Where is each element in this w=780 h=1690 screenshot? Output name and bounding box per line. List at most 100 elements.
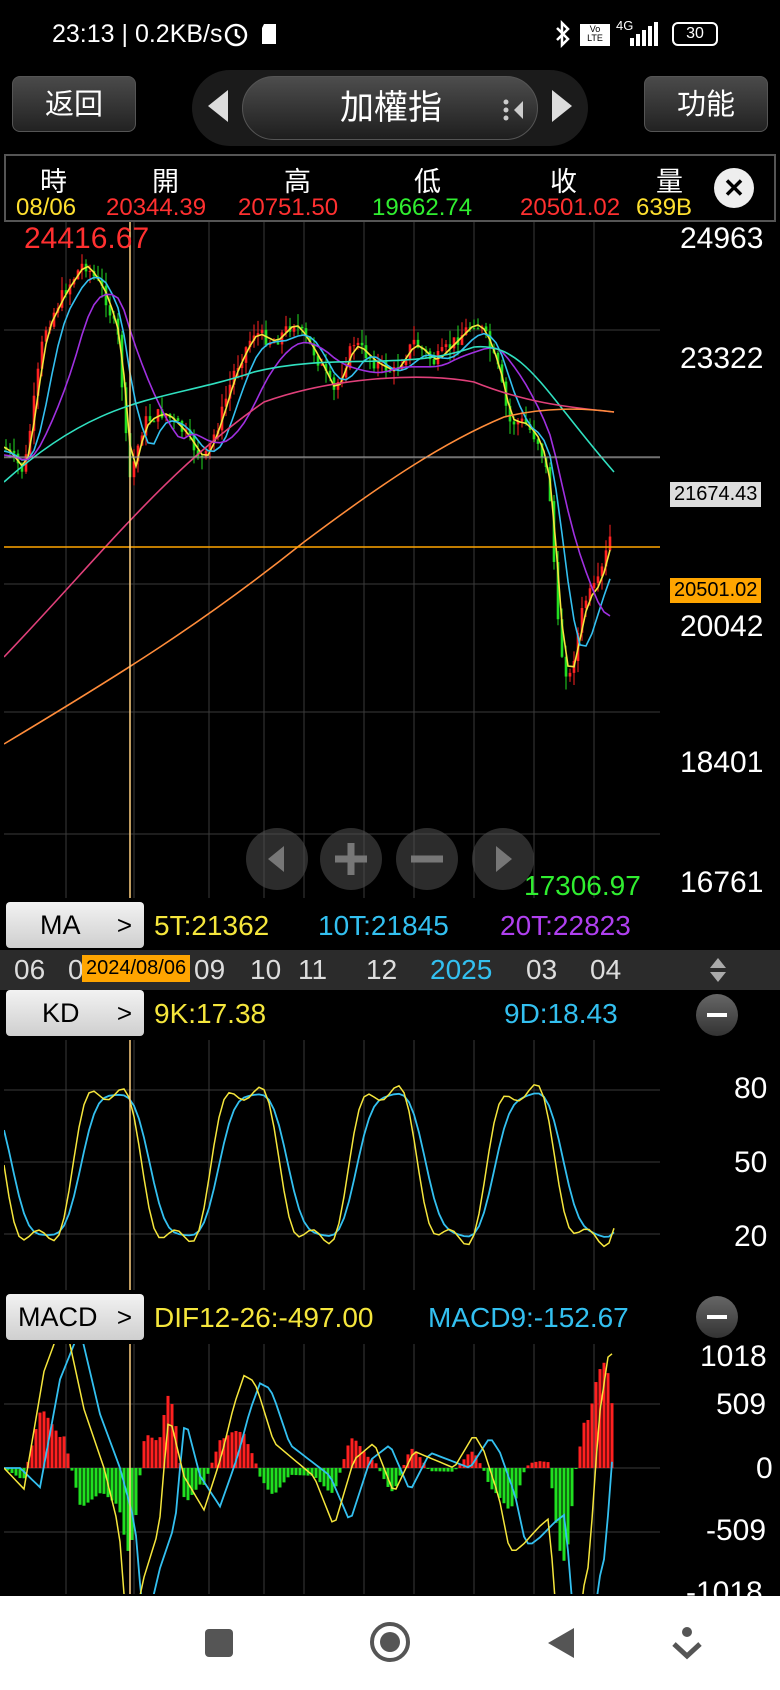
back-nav-icon[interactable] — [544, 1624, 578, 1662]
macd-histogram-bar — [34, 1429, 38, 1468]
kd-axis-label: 50 — [734, 1146, 768, 1179]
macd-histogram-bar — [130, 1468, 134, 1540]
page-title: 加權指 — [340, 89, 442, 127]
prev-arrow-icon[interactable] — [208, 90, 228, 122]
macd-histogram-bar — [334, 1468, 338, 1487]
macd-histogram-bar — [170, 1403, 174, 1468]
y-axis-label: 24963 — [680, 222, 764, 255]
kd-axis-label: 20 — [734, 1220, 768, 1253]
y-axis-label: 23322 — [680, 342, 764, 375]
candle-body — [88, 270, 92, 272]
minus-icon — [411, 855, 443, 863]
ma5-line — [4, 265, 611, 668]
close-icon[interactable]: ✕ — [714, 168, 754, 208]
home-icon[interactable] — [368, 1620, 412, 1664]
ma-tab-label: MA — [40, 910, 81, 940]
candle-body — [512, 421, 516, 425]
chevron-right-icon: > — [116, 910, 132, 940]
macd-histogram-bar — [606, 1373, 610, 1468]
remove-macd-button[interactable] — [696, 1296, 738, 1338]
candle-body — [300, 326, 304, 329]
macd-histogram-bar — [278, 1468, 282, 1488]
max-price-label: 24416.67 — [24, 222, 150, 255]
kd-chart[interactable] — [4, 1040, 660, 1290]
kd-tab[interactable]: KD > — [6, 990, 144, 1036]
bluetooth-icon — [556, 20, 570, 48]
collapse-icon[interactable] — [670, 1624, 704, 1662]
macd-histogram-bar — [558, 1468, 562, 1551]
macd-chart[interactable] — [4, 1344, 660, 1594]
next-arrow-icon[interactable] — [552, 90, 572, 122]
battery-icon: 30 — [672, 22, 718, 46]
candle-body — [412, 339, 416, 345]
ma10-value: 10T:21845 — [318, 910, 449, 941]
macd-histogram-bar — [342, 1459, 346, 1468]
macd-histogram-bar — [194, 1468, 198, 1490]
cursor-date-tag: 2024/08/06 — [82, 955, 191, 982]
macd-tab[interactable]: MACD > — [6, 1294, 144, 1340]
low-value: 19662.74 — [372, 194, 473, 221]
time-label: 03 — [526, 954, 558, 985]
macd-histogram-bar — [98, 1468, 102, 1494]
macd-histogram-bar — [290, 1468, 294, 1475]
macd-histogram-bar — [286, 1468, 290, 1478]
macd-histogram-bar — [298, 1468, 302, 1476]
zoom-out-button[interactable] — [396, 828, 458, 890]
candle-body — [148, 416, 152, 422]
candle-body — [260, 329, 264, 334]
title-pill[interactable]: 加權指 — [242, 76, 538, 140]
macd-histogram-bar — [362, 1451, 366, 1468]
macd-histogram-bar — [150, 1437, 154, 1468]
ma-tab[interactable]: MA > — [6, 902, 144, 948]
d-line — [4, 1092, 615, 1238]
price-chart[interactable] — [4, 222, 660, 898]
function-button[interactable]: 功能 — [644, 76, 768, 132]
zoom-in-button[interactable] — [320, 828, 382, 890]
top-bar: 返回 加權指 功能 — [0, 70, 780, 152]
macd-histogram-bar — [486, 1468, 490, 1482]
macd-histogram-bar — [438, 1468, 442, 1472]
ma20-value: 20T:22823 — [500, 910, 631, 941]
candle-body — [152, 421, 156, 423]
remove-kd-button[interactable] — [696, 994, 738, 1036]
right-arrow-icon — [496, 846, 512, 872]
macd-axis-label: 1018 — [700, 1340, 767, 1373]
scroll-right-button[interactable] — [472, 828, 534, 890]
macd-histogram-bar — [554, 1468, 558, 1523]
time-axis[interactable]: 06 0 09 10 11 12 2025 03 04 2024/08/06 — [0, 950, 780, 990]
macd-histogram-bar — [70, 1468, 74, 1471]
macd-histogram-bar — [442, 1468, 446, 1472]
macd-histogram-bar — [570, 1468, 574, 1507]
macd-histogram-bar — [550, 1468, 554, 1489]
macd-histogram-bar — [394, 1468, 398, 1487]
back-button[interactable]: 返回 — [12, 76, 136, 132]
drag-handle-icon[interactable] — [501, 97, 525, 123]
macd-histogram-bar — [266, 1468, 270, 1490]
y-axis-label: 20042 — [680, 610, 764, 643]
recent-apps-icon[interactable] — [202, 1626, 236, 1660]
chevron-right-icon: > — [116, 1302, 132, 1332]
macd-histogram-bar — [154, 1440, 158, 1468]
macd-histogram-bar — [498, 1468, 502, 1498]
candle-body — [432, 358, 436, 365]
time-label: 04 — [590, 954, 622, 985]
sort-arrows-icon[interactable] — [708, 956, 728, 984]
dif-value: DIF12-26:-497.00 — [154, 1302, 374, 1333]
macd-histogram-bar — [274, 1468, 278, 1493]
macd-histogram-bar — [526, 1465, 530, 1468]
macd-histogram-bar — [58, 1436, 62, 1468]
volume-value: 639B — [636, 194, 693, 221]
macd-histogram-bar — [378, 1468, 382, 1472]
ma20-line — [4, 293, 611, 617]
macd-histogram-bar — [566, 1468, 570, 1545]
kd-axis-label: 80 — [734, 1072, 768, 1105]
macd-histogram-bar — [78, 1468, 82, 1505]
scroll-left-button[interactable] — [246, 828, 308, 890]
macd-histogram-bar — [294, 1468, 298, 1476]
macd-axis-label: 0 — [756, 1452, 773, 1485]
macd-histogram-bar — [90, 1468, 94, 1500]
candle-body — [440, 347, 444, 352]
macd-histogram-bar — [146, 1435, 150, 1468]
system-nav-bar — [0, 1596, 780, 1690]
macd-histogram-bar — [482, 1468, 486, 1471]
